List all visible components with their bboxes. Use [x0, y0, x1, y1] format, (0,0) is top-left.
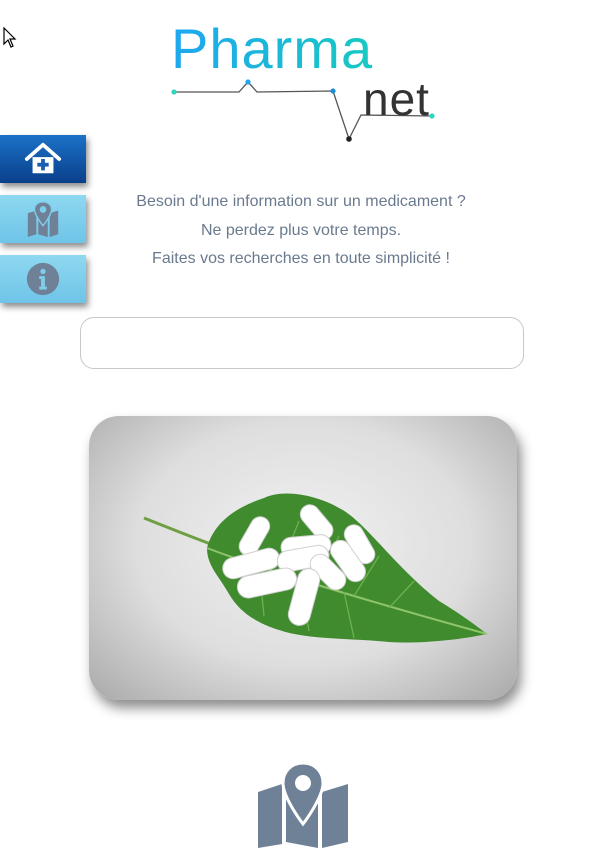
tagline-line-2: Ne perdez plus votre temps.: [200, 221, 402, 239]
home-plus-icon: [24, 142, 62, 174]
home-button[interactable]: [0, 135, 86, 183]
mouse-cursor-icon: [3, 27, 17, 48]
tagline-line-3: Faites vos recherches en toute simplicit…: [152, 250, 450, 267]
tagline: Besoin d'une information sur un medicame…: [0, 188, 602, 274]
logo-text-pharma: Pharma: [171, 17, 374, 80]
search-input[interactable]: [80, 317, 524, 369]
hero-image-pills-on-leaf: [89, 416, 517, 700]
pharmanet-logo[interactable]: Pharma net: [165, 17, 445, 150]
logo-text-net: net: [363, 73, 430, 125]
tagline-line-1: Besoin d'une information sur un medicame…: [136, 193, 466, 210]
map-pin-icon[interactable]: [256, 762, 350, 848]
pills-leaf-illustration: [143, 493, 488, 643]
